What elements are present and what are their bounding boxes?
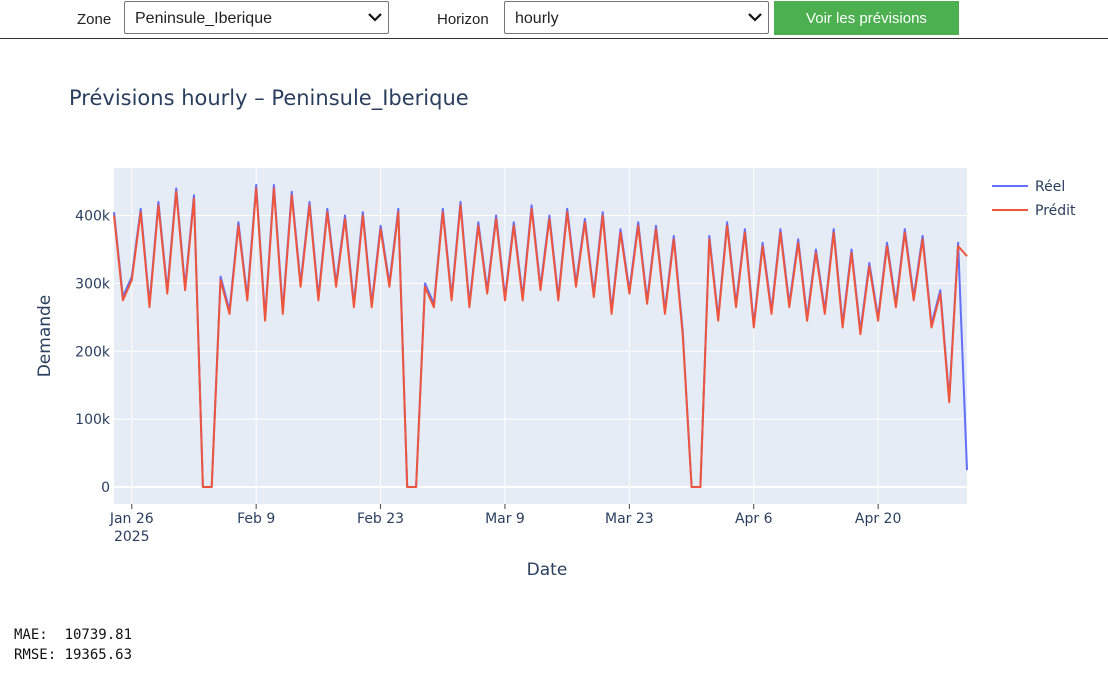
rmse-value: 19365.63 [64,647,133,663]
legend-label-predit[interactable]: Prédit [1035,203,1076,219]
x-tick-label: Feb 9 [237,511,275,527]
mae-value: 10739.81 [64,627,133,643]
y-tick-label: 100k [75,412,111,428]
x-tick-label: Apr 6 [735,511,773,527]
x-tick-label: Jan 26 [109,511,154,527]
forecast-chart: 0 100k 200k 300k 400k Jan 26 2025 Feb 9 Feb 23 Ma… [35,168,1076,580]
plot-area [114,168,967,504]
y-axis-title: Demande [35,295,55,378]
legend-label-reel[interactable]: Réel [1035,179,1065,195]
x-tick-label: Apr 20 [855,511,901,527]
y-tick-label: 400k [75,209,111,225]
y-tick-label: 200k [75,344,111,360]
x-tick-sublabel: 2025 [114,529,150,545]
y-tick-label: 0 [101,480,110,496]
mae-row: MAE: 10739.81 [14,625,132,645]
rmse-label: RMSE: [14,647,65,663]
y-tick-label: 300k [75,276,111,292]
legend[interactable]: Réel Prédit [992,179,1076,219]
mae-label: MAE: [14,627,65,643]
rmse-row: RMSE: 19365.63 [14,645,132,665]
x-axis-title: Date [527,560,568,580]
x-tick-label: Feb 23 [357,511,404,527]
x-tick-label: Mar 23 [605,511,654,527]
x-tick-label: Mar 9 [485,511,525,527]
metrics-panel: MAE: 10739.81 RMSE: 19365.63 [14,625,132,665]
